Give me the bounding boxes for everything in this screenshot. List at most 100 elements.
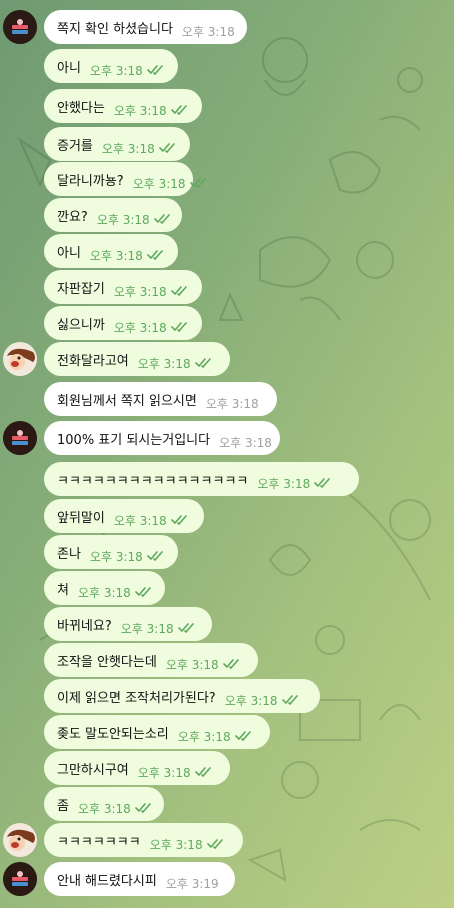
message-meta: 오후 3:18 (90, 548, 165, 565)
user-avatar[interactable] (3, 823, 37, 857)
user-avatar[interactable] (3, 342, 37, 376)
double-check-icon (206, 838, 225, 852)
message-text: 존나 (57, 546, 81, 562)
incoming-message-bubble[interactable]: 안내 해드렸다시피 오후 3:19 (44, 862, 235, 896)
message-time: 오후 3:18 (101, 142, 155, 156)
double-check-icon (222, 658, 241, 672)
outgoing-message-bubble[interactable]: 존나 오후 3:18 (44, 535, 178, 569)
message-meta: 오후 3:18 (121, 620, 196, 637)
outgoing-message-bubble[interactable]: 바뀌네요? 오후 3:18 (44, 607, 212, 641)
agent-avatar[interactable] (3, 10, 37, 44)
double-check-icon (146, 64, 165, 78)
message-text: 싫으니까 (57, 317, 105, 333)
outgoing-message-bubble[interactable]: 좀 오후 3:18 (44, 787, 164, 821)
message-meta: 오후 3:18 (97, 211, 172, 228)
agent-avatar[interactable] (3, 862, 37, 896)
outgoing-message-bubble[interactable]: 조작을 안햇다는데 오후 3:18 (44, 643, 258, 677)
message-time: 오후 3:18 (113, 514, 167, 528)
message-meta: 오후 3:18 (138, 764, 213, 781)
double-check-icon (281, 694, 300, 708)
message-time: 오후 3:18 (89, 550, 143, 564)
message-text: 100% 표기 되시는거입니다 (57, 432, 211, 448)
outgoing-message-bubble[interactable]: 앞뒤말이 오후 3:18 (44, 499, 204, 533)
message-time: 오후 3:18 (89, 249, 143, 263)
message-time: 오후 3:18 (181, 25, 235, 39)
message-text: 증거를 (57, 138, 93, 154)
agent-avatar[interactable] (3, 421, 37, 455)
message-text: 깐요? (57, 209, 88, 225)
message-text: 아니 (57, 60, 81, 76)
outgoing-message-bubble[interactable]: ㅋㅋㅋㅋㅋㅋㅋ 오후 3:18 (44, 823, 243, 857)
double-check-icon (170, 104, 189, 118)
message-time: 오후 3:18 (96, 213, 150, 227)
double-check-icon (135, 586, 153, 600)
message-text: 달라니까뇽? (57, 173, 124, 189)
message-meta: 오후 3:18 (182, 23, 235, 40)
message-meta: 오후 3:19 (166, 875, 219, 892)
message-text: 쪽지 확인 하셨습니다 (57, 21, 173, 37)
outgoing-message-bubble[interactable]: 전화달라고여 오후 3:18 (44, 342, 230, 376)
double-check-icon (158, 142, 177, 156)
message-text: 좀 (57, 798, 69, 814)
outgoing-message-bubble[interactable]: 달라니까뇽? 오후 3:18 (44, 162, 206, 196)
incoming-message-bubble[interactable]: 쪽지 확인 하셨습니다 오후 3:18 (44, 10, 247, 44)
outgoing-message-bubble[interactable]: 증거를 오후 3:18 (44, 127, 190, 161)
outgoing-message-bubble[interactable]: 싫으니까 오후 3:18 (44, 306, 202, 340)
message-meta: 오후 3:18 (114, 319, 189, 336)
message-meta: 오후 3:18 (114, 283, 189, 300)
outgoing-message-bubble[interactable]: 아니 오후 3:18 (44, 49, 178, 83)
outgoing-message-bubble[interactable]: 이제 읽으면 조작처리가된다? 오후 3:18 (44, 679, 320, 713)
message-text: 자판잡기 (57, 281, 105, 297)
message-meta: 오후 3:18 (166, 656, 241, 673)
outgoing-message-bubble[interactable]: 그만하시구여 오후 3:18 (44, 751, 230, 785)
message-text: 앞뒤말이 (57, 510, 105, 526)
message-text: 바뀌네요? (57, 618, 112, 634)
double-check-icon (135, 802, 153, 816)
message-text: ㅋㅋㅋㅋㅋㅋㅋㅋㅋㅋㅋㅋㅋㅋㅋㅋ (57, 473, 249, 489)
double-check-icon (170, 285, 189, 299)
outgoing-message-bubble[interactable]: 아니 오후 3:18 (44, 234, 178, 268)
outgoing-message-bubble[interactable]: 자판잡기 오후 3:18 (44, 270, 202, 304)
double-check-icon (314, 477, 332, 491)
double-check-icon (189, 177, 208, 191)
outgoing-message-bubble[interactable]: 좆도 말도안되는소리 오후 3:18 (44, 715, 270, 749)
double-check-icon (234, 730, 253, 744)
message-meta: 오후 3:18 (102, 140, 177, 157)
outgoing-message-bubble[interactable]: 쳐 오후 3:18 (44, 571, 165, 605)
double-check-icon (146, 550, 165, 564)
message-time: 오후 3:18 (113, 285, 167, 299)
message-meta: 오후 3:18 (257, 475, 332, 492)
incoming-message-bubble[interactable]: 회원님께서 쪽지 읽으시면 오후 3:18 (44, 382, 277, 416)
message-meta: 오후 3:18 (90, 62, 165, 79)
outgoing-message-bubble[interactable]: ㅋㅋㅋㅋㅋㅋㅋㅋㅋㅋㅋㅋㅋㅋㅋㅋ 오후 3:18 (44, 462, 359, 496)
outgoing-message-bubble[interactable]: 안했다는 오후 3:18 (44, 89, 202, 123)
message-time: 오후 3:18 (77, 586, 131, 600)
outgoing-message-bubble[interactable]: 깐요? 오후 3:18 (44, 198, 182, 232)
message-time: 오후 3:18 (77, 802, 131, 816)
message-time: 오후 3:18 (113, 104, 167, 118)
message-text: 좆도 말도안되는소리 (57, 726, 169, 742)
double-check-icon (194, 766, 213, 780)
message-time: 오후 3:18 (120, 622, 174, 636)
message-text: 안했다는 (57, 100, 105, 116)
message-time: 오후 3:18 (89, 64, 143, 78)
message-meta: 오후 3:18 (114, 512, 189, 529)
message-meta: 오후 3:18 (78, 584, 153, 601)
message-time: 오후 3:18 (137, 357, 191, 371)
message-time: 오후 3:18 (149, 838, 203, 852)
message-text: 쳐 (57, 582, 69, 598)
message-time: 오후 3:18 (113, 321, 167, 335)
message-text: 아니 (57, 245, 81, 261)
message-time: 오후 3:19 (165, 877, 219, 891)
message-meta: 오후 3:18 (138, 355, 213, 372)
message-meta: 오후 3:18 (150, 836, 225, 853)
double-check-icon (146, 249, 165, 263)
double-check-icon (177, 622, 196, 636)
message-text: 조작을 안햇다는데 (57, 654, 157, 670)
incoming-message-bubble[interactable]: 100% 표기 되시는거입니다 오후 3:18 (44, 421, 280, 455)
double-check-icon (170, 321, 189, 335)
double-check-icon (194, 357, 213, 371)
message-time: 오후 3:18 (132, 177, 186, 191)
message-text: 안내 해드렸다시피 (57, 873, 157, 889)
message-time: 오후 3:18 (177, 730, 231, 744)
